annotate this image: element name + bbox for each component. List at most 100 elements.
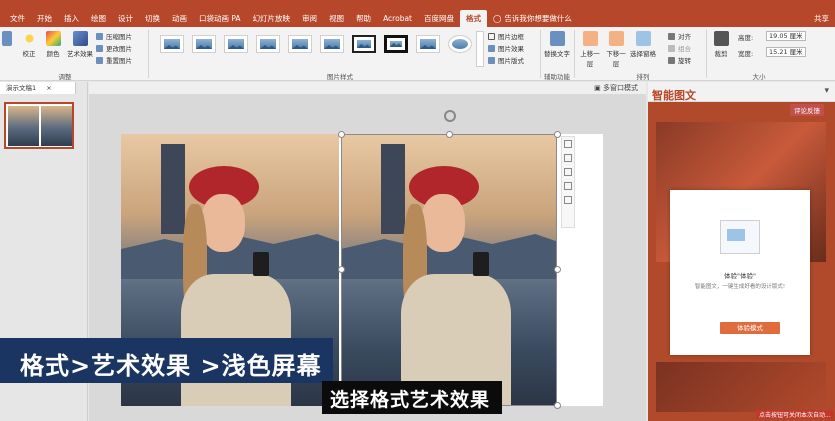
tab-help[interactable]: 帮助 xyxy=(350,10,377,27)
styles-icon[interactable] xyxy=(564,168,572,176)
alt-text-icon xyxy=(549,31,565,46)
crop-icon[interactable] xyxy=(564,196,572,204)
tab-baidu[interactable]: 百度网盘 xyxy=(418,10,460,27)
document-tab[interactable]: 演示文稿1 × xyxy=(0,82,76,94)
title-bar xyxy=(0,0,835,10)
try-button[interactable]: 体验模式 xyxy=(720,322,780,334)
group-divider xyxy=(574,30,575,78)
caption-bottom-text: 选择格式艺术效果 xyxy=(330,389,491,411)
close-icon[interactable]: × xyxy=(46,84,51,92)
crop-button[interactable]: 裁剪 xyxy=(710,31,732,58)
tell-me-label: 告诉我你想要做什么 xyxy=(504,14,572,23)
group-icon xyxy=(668,44,675,52)
color-icon xyxy=(45,31,61,46)
resize-handle[interactable] xyxy=(554,266,561,273)
multi-window-button[interactable]: ▣ 多窗口模式 xyxy=(594,83,638,93)
resize-handle[interactable] xyxy=(446,131,453,138)
feedback-button[interactable]: 评论反馈 xyxy=(790,104,824,116)
picture-style-9[interactable] xyxy=(416,35,440,53)
illustration-icon xyxy=(720,220,760,254)
subtitle-banner: 选择格式艺术效果 xyxy=(322,381,502,414)
color-button[interactable]: 颜色 xyxy=(42,31,64,58)
selection-border xyxy=(341,134,557,406)
picture-style-5[interactable] xyxy=(288,35,312,53)
tab-file[interactable]: 文件 xyxy=(4,10,31,27)
resize-handle[interactable] xyxy=(554,402,561,409)
tab-draw[interactable]: 绘图 xyxy=(85,10,112,27)
woman-photo-selected[interactable] xyxy=(341,134,557,406)
resize-handle[interactable] xyxy=(338,131,345,138)
compress-icon xyxy=(96,32,103,40)
picture-style-1[interactable] xyxy=(160,35,184,53)
height-input[interactable]: 19.05 厘米 xyxy=(766,31,806,41)
align-button[interactable]: 对齐 xyxy=(668,31,691,41)
remove-background-button[interactable] xyxy=(0,31,14,48)
tab-format[interactable]: 格式 xyxy=(460,10,487,27)
tab-slideshow[interactable]: 幻灯片放映 xyxy=(247,10,297,27)
picture-style-10[interactable] xyxy=(448,35,472,53)
share-button[interactable]: 共享 xyxy=(814,10,829,27)
experience-dialog: 体验"体验" 智能图文，一键生成好看的设计版式! 体验模式 xyxy=(670,190,810,355)
rotate-button[interactable]: 旋转 xyxy=(668,55,691,65)
send-backward-button[interactable]: 下移一层 xyxy=(604,31,628,68)
rotate-icon xyxy=(668,56,675,64)
tab-insert[interactable]: 插入 xyxy=(58,10,85,27)
remove-background-icon xyxy=(2,31,12,46)
canvas-toolbar: ▣ 多窗口模式 xyxy=(89,82,646,94)
chevron-up-icon[interactable] xyxy=(564,140,572,148)
compress-pictures-button[interactable]: 压缩图片 xyxy=(96,31,132,41)
chevron-down-icon[interactable]: ▾ xyxy=(824,86,829,96)
lightbulb-icon: ◯ xyxy=(493,14,502,23)
face xyxy=(201,194,245,252)
caption-banner: 格式>艺术效果 >浅色屏幕 xyxy=(0,338,333,383)
picture-style-8[interactable] xyxy=(384,35,408,53)
resize-handle[interactable] xyxy=(338,266,345,273)
tab-review[interactable]: 审阅 xyxy=(296,10,323,27)
picture-style-3[interactable] xyxy=(224,35,248,53)
artistic-effects-icon xyxy=(72,31,88,46)
rotate-handle-icon[interactable] xyxy=(444,110,456,122)
group-divider xyxy=(706,30,707,78)
layout-options-icon[interactable] xyxy=(564,154,572,162)
group-button[interactable]: 组合 xyxy=(668,43,691,53)
panel-background-image xyxy=(656,362,826,412)
tab-pocket-animation[interactable]: 口袋动画 PA xyxy=(193,10,247,27)
picture-style-2[interactable] xyxy=(192,35,216,53)
alt-text-button[interactable]: 替换文字 xyxy=(544,31,570,58)
change-picture-button[interactable]: 更改图片 xyxy=(96,43,132,53)
slide-thumbnail-1[interactable] xyxy=(4,102,74,149)
corrections-button[interactable]: 校正 xyxy=(18,31,40,58)
picture-layout-button[interactable]: 图片版式 xyxy=(488,55,524,65)
tab-animations[interactable]: 动画 xyxy=(166,10,193,27)
picture-style-6[interactable] xyxy=(320,35,344,53)
tab-view[interactable]: 视图 xyxy=(323,10,350,27)
selection-pane-button[interactable]: 选择窗格 xyxy=(630,31,656,58)
tab-acrobat[interactable]: Acrobat xyxy=(377,10,418,27)
caption-left-text: 格式>艺术效果 >浅色屏幕 xyxy=(20,352,322,380)
tab-home[interactable]: 开始 xyxy=(31,10,58,27)
crop-icon xyxy=(713,31,729,46)
tab-design[interactable]: 设计 xyxy=(112,10,139,27)
artistic-effects-button[interactable]: 艺术效果 xyxy=(66,31,94,58)
width-input[interactable]: 15.21 厘米 xyxy=(766,47,806,57)
picture-style-4[interactable] xyxy=(256,35,280,53)
picture-border-button[interactable]: 图片边框 xyxy=(488,31,524,41)
dialog-title: 体验"体验" xyxy=(724,272,756,280)
reset-picture-icon xyxy=(96,56,103,64)
reset-picture-button[interactable]: 重置图片 xyxy=(96,55,132,65)
group-divider xyxy=(148,30,149,78)
panel-footer-note: 点击按钮可关闭本次自动... xyxy=(756,410,834,419)
tab-transitions[interactable]: 切换 xyxy=(139,10,166,27)
size-group-label: 大小 xyxy=(752,73,766,81)
picture-effects-button[interactable]: 图片效果 xyxy=(488,43,524,53)
resize-handle[interactable] xyxy=(554,131,561,138)
bring-forward-button[interactable]: 上移一层 xyxy=(578,31,602,68)
sun-icon xyxy=(21,31,37,46)
send-backward-icon xyxy=(608,31,624,46)
fill-icon[interactable] xyxy=(564,182,572,190)
change-picture-icon xyxy=(96,44,103,52)
gallery-scroll[interactable] xyxy=(476,31,484,67)
arrange-group-label: 排列 xyxy=(636,73,650,81)
tell-me-search[interactable]: ◯ 告诉我你想要做什么 xyxy=(493,13,572,24)
picture-style-7[interactable] xyxy=(352,35,376,53)
